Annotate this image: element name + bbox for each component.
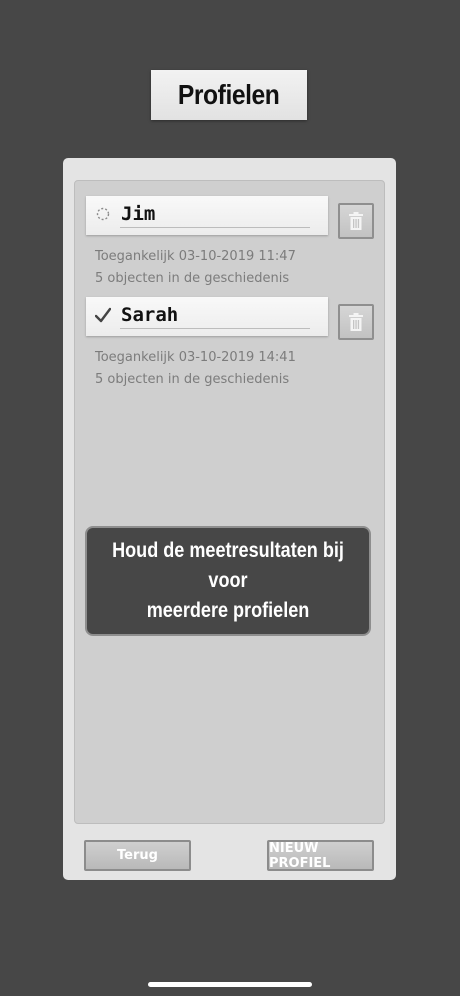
profiles-list: Jim Toegankelijk 03-10-2019 11:47 5 obje…: [74, 180, 385, 824]
delete-profile-button[interactable]: [338, 304, 374, 340]
dashed-circle-icon: [96, 207, 110, 221]
info-banner: Houd de meetresultaten bij voor meerdere…: [85, 526, 371, 636]
title-plaque: Profielen: [151, 70, 307, 120]
profile-item-sarah[interactable]: Sarah: [86, 297, 328, 336]
profile-name: Jim: [121, 203, 156, 225]
profile-underline: [120, 328, 310, 329]
profile-meta: Toegankelijk 03-10-2019 11:47 5 objecten…: [95, 246, 296, 290]
profile-meta: Toegankelijk 03-10-2019 14:41 5 objecten…: [95, 347, 296, 391]
new-profile-button[interactable]: NIEUW PROFIEL: [267, 840, 374, 871]
page-title: Profielen: [178, 79, 280, 110]
banner-text: Houd de meetresultaten bij voor meerdere…: [112, 539, 344, 622]
home-indicator[interactable]: [148, 982, 312, 987]
trash-icon: [349, 212, 363, 230]
back-button[interactable]: Terug: [84, 840, 191, 871]
profile-history-count: 5 objecten in de geschiedenis: [95, 372, 290, 387]
checkmark-icon: [95, 307, 111, 323]
profile-accessed: Toegankelijk 03-10-2019 11:47: [95, 249, 296, 264]
profiles-panel: Jim Toegankelijk 03-10-2019 11:47 5 obje…: [63, 158, 396, 880]
profile-history-count: 5 objecten in de geschiedenis: [95, 271, 290, 286]
delete-profile-button[interactable]: [338, 203, 374, 239]
profile-name: Sarah: [121, 304, 179, 326]
trash-icon: [349, 313, 363, 331]
profile-underline: [120, 227, 310, 228]
profile-item-jim[interactable]: Jim: [86, 196, 328, 235]
profile-accessed: Toegankelijk 03-10-2019 14:41: [95, 350, 296, 365]
